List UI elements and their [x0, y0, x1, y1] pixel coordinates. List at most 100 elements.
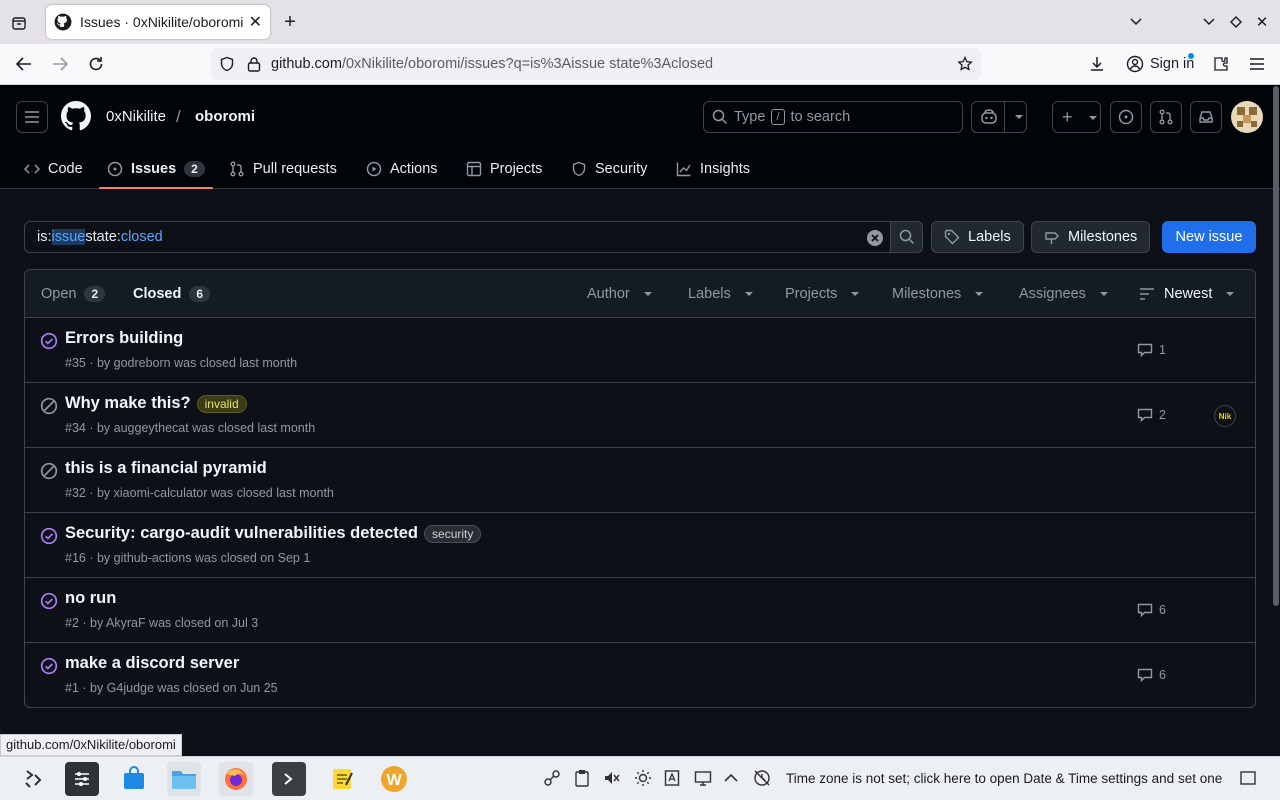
- sort-dropdown[interactable]: Newest: [1140, 270, 1235, 318]
- issue-row[interactable]: make a discord server #1 · by G4judge wa…: [25, 643, 1255, 707]
- show-desktop-icon[interactable]: [1239, 769, 1257, 787]
- notes-app-icon[interactable]: [325, 762, 359, 796]
- tab-issues[interactable]: Issues 2: [99, 149, 213, 189]
- issues-shortcut-button[interactable]: [1110, 101, 1142, 133]
- open-issues-toggle[interactable]: Open 2: [41, 270, 106, 318]
- issue-title-link[interactable]: Errors building: [65, 329, 183, 348]
- labels-filter[interactable]: Labels: [688, 270, 753, 318]
- inbox-button[interactable]: [1190, 101, 1222, 133]
- clock-warning-icon[interactable]: [753, 769, 771, 787]
- volume-muted-tray-icon[interactable]: [603, 769, 621, 787]
- browser-tab-bar: Issues · 0xNikilite/oboromi ✕ + ✕: [0, 0, 1280, 44]
- minimize-icon[interactable]: [1200, 12, 1218, 32]
- tab-security[interactable]: Security: [571, 149, 647, 189]
- sign-in-button[interactable]: Sign in: [1118, 49, 1202, 79]
- issue-row[interactable]: Security: cargo-audit vulnerabilities de…: [25, 513, 1255, 578]
- tab-code[interactable]: Code: [24, 149, 83, 189]
- assignee-avatar[interactable]: Nik: [1214, 405, 1236, 427]
- search-submit-button[interactable]: [891, 221, 923, 253]
- assignees-filter[interactable]: Assignees: [1019, 270, 1108, 318]
- github-logo-icon[interactable]: [61, 101, 91, 131]
- comment-count-link[interactable]: 2: [1137, 407, 1166, 423]
- network-tray-icon[interactable]: [543, 769, 561, 787]
- issue-title-link[interactable]: Why make this?: [65, 394, 191, 413]
- issue-title-link[interactable]: make a discord server: [65, 654, 239, 673]
- issue-meta: #1 · by G4judge was closed on Jun 25: [65, 681, 278, 695]
- tab-actions[interactable]: Actions: [366, 149, 438, 189]
- issue-title-link[interactable]: Security: cargo-audit vulnerabilities de…: [65, 524, 418, 543]
- comment-count-link[interactable]: 1: [1137, 342, 1166, 358]
- terminal-app-icon[interactable]: [272, 762, 306, 796]
- issue-row[interactable]: this is a financial pyramid #32 · by xia…: [25, 448, 1255, 513]
- downloads-icon[interactable]: [1087, 54, 1107, 74]
- label-security[interactable]: security: [424, 524, 482, 543]
- tab-title: Issues · 0xNikilite/oboromi: [80, 14, 243, 30]
- brightness-tray-icon[interactable]: [634, 769, 652, 787]
- clipboard-tray-icon[interactable]: [574, 769, 590, 787]
- closed-count-badge: 6: [189, 286, 211, 302]
- tab-insights[interactable]: Insights: [676, 149, 750, 189]
- shield-icon: [572, 161, 586, 177]
- comment-count-link[interactable]: 6: [1137, 602, 1166, 618]
- chevron-down-icon: [744, 292, 753, 296]
- create-new-button[interactable]: +: [1052, 101, 1101, 133]
- search-placeholder-pre: Type: [734, 109, 766, 125]
- keyboard-layout-tray-icon[interactable]: [664, 769, 680, 787]
- issue-row[interactable]: no run #2 · by AkyraF was closed on Jul …: [25, 578, 1255, 643]
- maximize-icon[interactable]: [1227, 12, 1245, 32]
- tab-pull-requests[interactable]: Pull requests: [229, 149, 337, 189]
- repo-owner-link[interactable]: 0xNikilite: [106, 108, 166, 125]
- back-icon[interactable]: [14, 54, 34, 74]
- page-scrollbar[interactable]: [1273, 86, 1279, 606]
- office-app-icon[interactable]: W: [377, 762, 411, 796]
- comment-count-link[interactable]: 6: [1137, 667, 1166, 683]
- chevron-down-icon: [1099, 292, 1108, 296]
- tab-projects[interactable]: Projects: [466, 149, 542, 189]
- milestones-button[interactable]: Milestones: [1031, 221, 1151, 253]
- copilot-button[interactable]: [971, 101, 1027, 133]
- tab-overview-icon[interactable]: [8, 12, 30, 34]
- user-avatar[interactable]: [1231, 101, 1263, 133]
- start-menu-icon[interactable]: [16, 762, 50, 796]
- close-tab-icon[interactable]: ✕: [249, 12, 262, 32]
- issue-filter-input[interactable]: is: issue state: closed: [24, 221, 891, 253]
- graph-icon: [676, 162, 691, 177]
- milestones-filter[interactable]: Milestones: [892, 270, 984, 318]
- hamburger-menu-icon[interactable]: [16, 101, 48, 133]
- github-favicon-icon: [54, 13, 72, 31]
- reload-icon[interactable]: [86, 54, 106, 74]
- issue-title-link[interactable]: this is a financial pyramid: [65, 459, 267, 478]
- extensions-icon[interactable]: [1211, 54, 1231, 74]
- issue-row[interactable]: Why make this? invalid #34 · by auggeyth…: [25, 383, 1255, 448]
- display-tray-icon[interactable]: [694, 769, 712, 787]
- app-menu-icon[interactable]: [1247, 54, 1267, 74]
- settings-app-icon[interactable]: [65, 762, 99, 796]
- closed-issues-toggle[interactable]: Closed 6: [133, 270, 211, 318]
- shield-tracking-icon[interactable]: [219, 56, 235, 72]
- labels-button[interactable]: Labels: [931, 221, 1024, 253]
- url-bar[interactable]: github.com/0xNikilite/oboromi/issues?q=i…: [211, 48, 981, 80]
- global-search-input[interactable]: Type / to search: [703, 101, 963, 133]
- new-tab-icon[interactable]: +: [279, 11, 301, 33]
- close-window-icon[interactable]: ✕: [1253, 12, 1271, 32]
- store-app-icon[interactable]: [117, 762, 151, 796]
- pull-requests-shortcut-button[interactable]: [1150, 101, 1182, 133]
- lock-icon[interactable]: [247, 56, 261, 72]
- browser-tab[interactable]: Issues · 0xNikilite/oboromi ✕: [46, 5, 270, 39]
- label-invalid[interactable]: invalid: [196, 394, 247, 413]
- clock-timezone-message[interactable]: Time zone is not set; click here to open…: [786, 771, 1222, 786]
- list-tabs-icon[interactable]: [1127, 12, 1145, 32]
- chevron-up-icon[interactable]: [722, 769, 740, 787]
- issue-row[interactable]: Errors building #35 · by godreborn was c…: [25, 318, 1255, 383]
- clear-filter-icon[interactable]: [866, 229, 884, 247]
- repo-name-link[interactable]: oboromi: [195, 108, 255, 125]
- issue-title-link[interactable]: no run: [65, 589, 116, 608]
- forward-icon[interactable]: [50, 54, 70, 74]
- author-filter[interactable]: Author: [587, 270, 652, 318]
- tab-label: Issues: [131, 161, 177, 177]
- new-issue-button[interactable]: New issue: [1162, 221, 1256, 253]
- file-manager-app-icon[interactable]: [167, 762, 201, 796]
- projects-filter[interactable]: Projects: [785, 270, 860, 318]
- firefox-app-icon[interactable]: [219, 762, 253, 796]
- bookmark-star-icon[interactable]: [957, 56, 973, 72]
